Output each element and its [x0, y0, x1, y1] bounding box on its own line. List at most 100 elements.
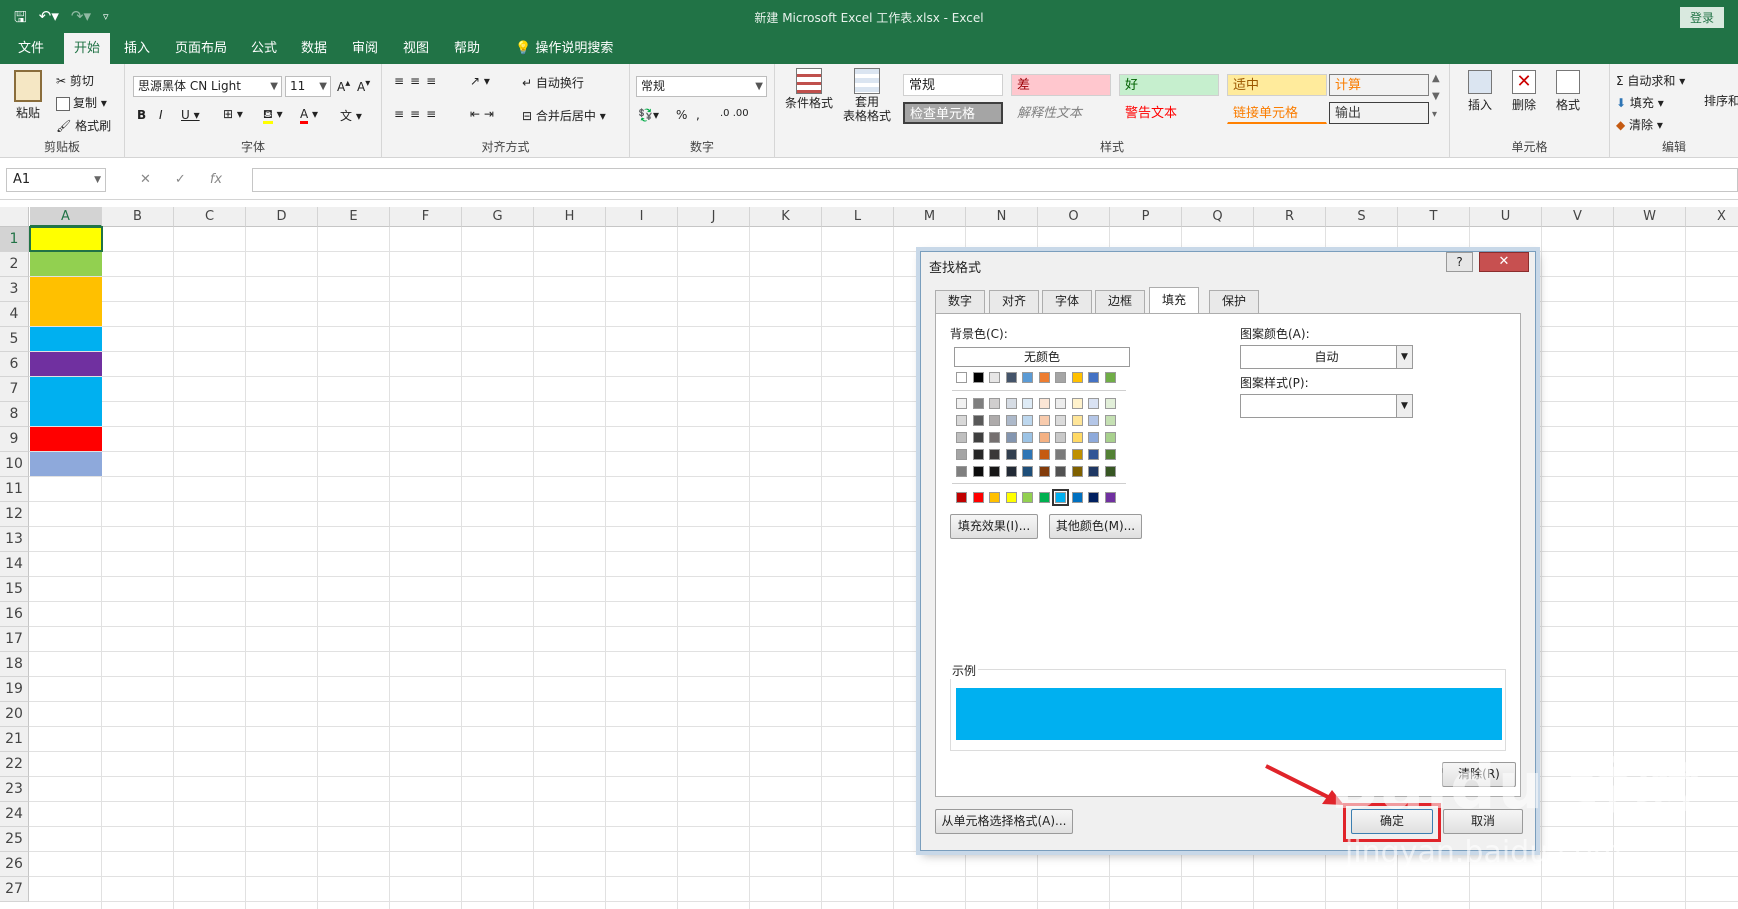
row-header-11[interactable]: 11: [0, 477, 29, 502]
color-swatch[interactable]: [1088, 466, 1099, 477]
conditional-format-button[interactable]: 条件格式: [785, 68, 833, 111]
column-header-s[interactable]: S: [1326, 207, 1398, 227]
color-swatch[interactable]: [1022, 415, 1033, 426]
column-header-x[interactable]: X: [1686, 207, 1738, 227]
column-header-v[interactable]: V: [1542, 207, 1614, 227]
color-swatch[interactable]: [1088, 449, 1099, 460]
style-normal[interactable]: 常规: [903, 74, 1003, 96]
color-swatch[interactable]: [1038, 372, 1050, 383]
color-swatch[interactable]: [1055, 432, 1066, 443]
tab-view[interactable]: 视图: [393, 33, 439, 64]
copy-button[interactable]: 复制 ▾: [56, 94, 107, 111]
vertical-align-buttons[interactable]: ≡≡≡: [394, 74, 442, 88]
column-header-n[interactable]: N: [966, 207, 1038, 227]
row-header-6[interactable]: 6: [0, 352, 29, 377]
underline-button[interactable]: U ▾: [181, 108, 200, 122]
filled-cell[interactable]: [30, 427, 102, 451]
column-header-p[interactable]: P: [1110, 207, 1182, 227]
enter-icon[interactable]: ✓: [175, 172, 186, 187]
name-box[interactable]: A1 ▼: [6, 168, 106, 192]
column-header-k[interactable]: K: [750, 207, 822, 227]
color-swatch[interactable]: [972, 449, 984, 460]
color-swatch[interactable]: [1088, 398, 1099, 409]
row-header-12[interactable]: 12: [0, 502, 29, 527]
login-button[interactable]: 登录: [1679, 7, 1724, 28]
bold-button[interactable]: B: [137, 108, 146, 122]
row-header-24[interactable]: 24: [0, 802, 29, 827]
color-swatch[interactable]: [1071, 466, 1083, 477]
tab-data[interactable]: 数据: [291, 33, 337, 64]
color-swatch[interactable]: [1071, 398, 1083, 409]
row-header-3[interactable]: 3: [0, 277, 29, 302]
format-as-table-button[interactable]: 套用 表格格式: [837, 68, 897, 123]
color-swatch[interactable]: [956, 372, 967, 383]
color-swatch[interactable]: [1104, 466, 1116, 477]
close-button[interactable]: ✕: [1479, 252, 1529, 272]
column-header-t[interactable]: T: [1398, 207, 1470, 227]
column-header-h[interactable]: H: [534, 207, 606, 227]
horizontal-align-buttons[interactable]: ≡≡≡: [394, 107, 442, 121]
styles-scroll[interactable]: ▲ ▼ ▾: [1432, 70, 1440, 124]
clear-button[interactable]: ◆ 清除 ▾: [1616, 116, 1663, 133]
indent-buttons[interactable]: ⇤ ⇥: [470, 107, 494, 121]
shrink-font-button[interactable]: A▾: [357, 78, 370, 94]
row-header-25[interactable]: 25: [0, 827, 29, 852]
cancel-icon[interactable]: ✕: [140, 172, 151, 187]
color-swatch[interactable]: [1071, 432, 1083, 443]
color-swatch[interactable]: [1055, 466, 1066, 477]
row-header-4[interactable]: 4: [0, 302, 29, 327]
color-swatch[interactable]: [1055, 398, 1066, 409]
color-swatch[interactable]: [972, 432, 984, 443]
tell-me-search[interactable]: 💡 操作说明搜索: [505, 33, 623, 64]
fill-color-button[interactable]: ⛾ ▾: [263, 107, 283, 124]
color-swatch[interactable]: [1104, 432, 1116, 443]
column-header-l[interactable]: L: [822, 207, 894, 227]
row-header-13[interactable]: 13: [0, 527, 29, 552]
phonetic-button[interactable]: 文 ▾: [340, 107, 362, 124]
row-header-7[interactable]: 7: [0, 377, 29, 402]
autosum-button[interactable]: Σ 自动求和 ▾: [1616, 72, 1685, 89]
column-header-b[interactable]: B: [102, 207, 174, 227]
style-explanatory[interactable]: 解释性文本: [1011, 102, 1111, 124]
color-swatch[interactable]: [1022, 372, 1033, 383]
color-swatch[interactable]: [989, 492, 1000, 503]
row-header-20[interactable]: 20: [0, 702, 29, 727]
row-header-1[interactable]: 1: [0, 227, 29, 252]
color-swatch[interactable]: [1104, 449, 1116, 460]
filled-cell[interactable]: [30, 452, 102, 476]
insert-cells-button[interactable]: 插入: [1468, 70, 1492, 113]
percent-button[interactable]: %: [676, 108, 687, 122]
insert-function-icon[interactable]: fx: [210, 172, 222, 187]
font-name-combo[interactable]: 思源黑体 CN Light ▼: [133, 76, 282, 97]
number-format-combo[interactable]: 常规 ▼: [636, 76, 767, 97]
color-swatch[interactable]: [989, 398, 1000, 409]
color-swatch[interactable]: [956, 398, 967, 409]
tab-protection[interactable]: 保护: [1209, 290, 1260, 313]
sort-filter-button[interactable]: 排序和: [1704, 92, 1738, 109]
fill-effects-button[interactable]: 填充效果(I)...: [950, 514, 1038, 539]
column-header-a[interactable]: A: [30, 207, 102, 227]
color-swatch[interactable]: [1088, 415, 1099, 426]
column-header-u[interactable]: U: [1470, 207, 1542, 227]
font-color-button[interactable]: A ▾: [300, 107, 318, 124]
color-swatch[interactable]: [1005, 372, 1017, 383]
color-swatch[interactable]: [1071, 415, 1083, 426]
style-linked-cell[interactable]: 链接单元格: [1227, 102, 1327, 124]
row-header-2[interactable]: 2: [0, 252, 29, 277]
tab-number[interactable]: 数字: [935, 290, 986, 313]
column-header-d[interactable]: D: [246, 207, 318, 227]
column-header-w[interactable]: W: [1614, 207, 1686, 227]
accounting-button[interactable]: 💱▾: [638, 108, 659, 122]
color-swatch[interactable]: [1052, 489, 1069, 506]
filled-cell[interactable]: [30, 327, 102, 351]
format-painter-button[interactable]: 🖌 格式刷: [56, 117, 111, 134]
color-swatch[interactable]: [1104, 398, 1116, 409]
color-swatch[interactable]: [989, 466, 1000, 477]
more-colors-button[interactable]: 其他颜色(M)...: [1049, 514, 1142, 539]
row-header-9[interactable]: 9: [0, 427, 29, 452]
format-cells-button[interactable]: 格式: [1556, 70, 1580, 113]
style-check-cell[interactable]: 检查单元格: [903, 102, 1003, 124]
row-header-19[interactable]: 19: [0, 677, 29, 702]
decimal-buttons[interactable]: .0 .00: [720, 108, 749, 119]
color-swatch[interactable]: [1088, 492, 1099, 503]
